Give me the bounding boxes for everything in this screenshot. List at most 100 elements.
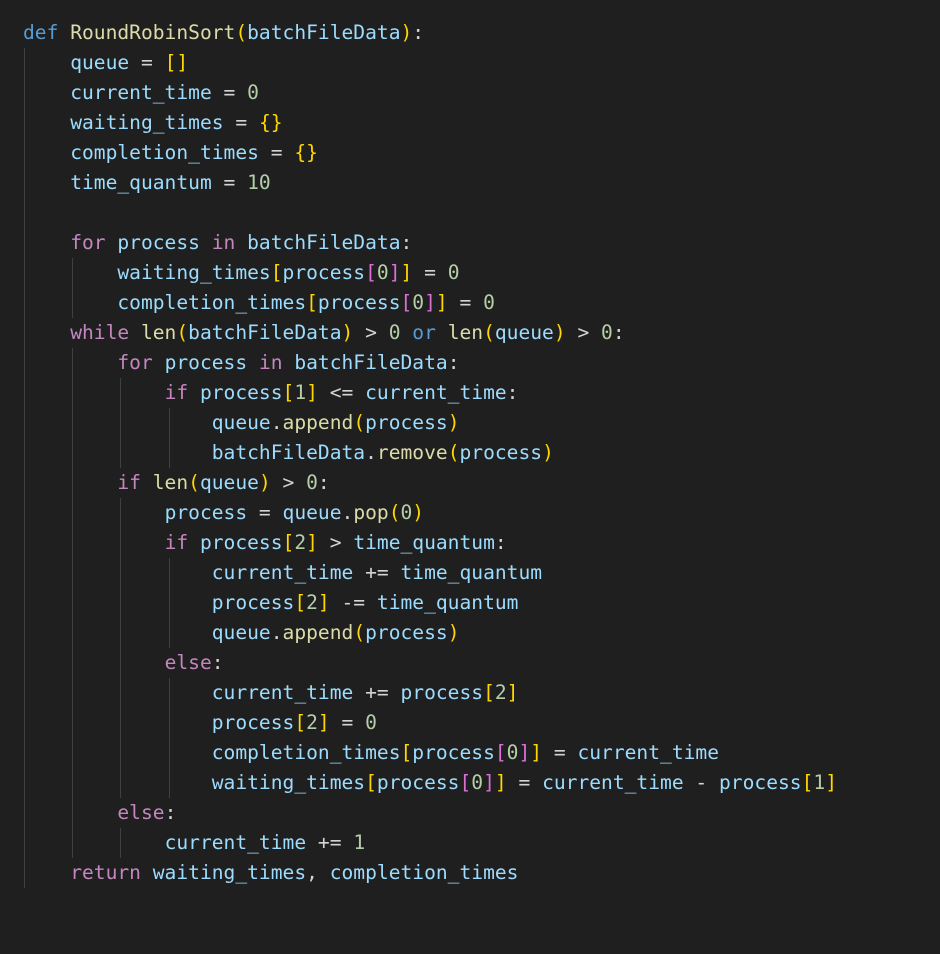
code-token: [	[801, 771, 814, 794]
code-line[interactable]: process[2] = 0	[0, 708, 940, 738]
code-token: process	[199, 531, 283, 554]
code-token: ]	[388, 261, 401, 284]
code-token: =	[412, 261, 448, 284]
code-line[interactable]: def RoundRobinSort(batchFileData):	[0, 18, 940, 48]
code-token: [	[459, 771, 472, 794]
code-token: =	[258, 141, 295, 164]
code-token: )	[553, 321, 566, 344]
code-token: ]	[435, 291, 448, 314]
code-line[interactable]: process = queue.pop(0)	[0, 498, 940, 528]
code-token: process	[211, 711, 295, 734]
code-token: queue	[211, 621, 271, 644]
code-token: ]	[825, 771, 837, 794]
code-token: batchFileData	[247, 21, 401, 44]
code-line[interactable]: current_time = 0	[0, 78, 940, 108]
code-line[interactable]: if process[1] <= current_time:	[0, 378, 940, 408]
code-token: queue	[494, 321, 554, 344]
code-line[interactable]: time_quantum = 10	[0, 168, 940, 198]
code-token: [	[306, 291, 318, 314]
code-line[interactable]: if len(queue) > 0:	[0, 468, 940, 498]
code-token: process	[164, 501, 248, 524]
code-line[interactable]: waiting_times = {}	[0, 108, 940, 138]
code-token: 0	[601, 321, 613, 344]
code-line[interactable]	[0, 198, 940, 228]
code-token: ]	[400, 261, 413, 284]
code-line[interactable]: waiting_times[process[0]] = 0	[0, 258, 940, 288]
code-token: waiting_times	[152, 861, 307, 884]
code-token: )	[412, 501, 425, 524]
code-token: queue	[70, 51, 130, 74]
code-token: batchFileData	[188, 321, 342, 344]
code-token: ]	[317, 591, 330, 614]
code-token: [	[282, 531, 295, 554]
code-line[interactable]: else:	[0, 798, 940, 828]
code-token: +=	[353, 561, 401, 584]
code-line[interactable]: process[2] -= time_quantum	[0, 588, 940, 618]
code-token: completion_times	[329, 861, 519, 884]
code-token: process	[459, 441, 543, 464]
code-token: )	[400, 21, 413, 44]
code-token: (	[388, 501, 401, 524]
code-token: 10	[247, 171, 271, 194]
code-line[interactable]: else:	[0, 648, 940, 678]
code-token: =	[129, 51, 165, 74]
code-line[interactable]: current_time += process[2]	[0, 678, 940, 708]
code-token: else	[117, 801, 165, 824]
code-token: =	[329, 711, 366, 734]
code-token: time_quantum	[376, 591, 519, 614]
code-token: 0	[365, 711, 377, 734]
code-editor[interactable]: def RoundRobinSort(batchFileData): queue…	[0, 0, 940, 888]
code-token: queue	[211, 411, 271, 434]
code-token: waiting_times	[211, 771, 366, 794]
code-line[interactable]: queue.append(process)	[0, 408, 940, 438]
code-line[interactable]: completion_times[process[0]] = 0	[0, 288, 940, 318]
code-token: if	[164, 381, 189, 404]
code-token: =	[542, 741, 578, 764]
code-line[interactable]: batchFileData.remove(process)	[0, 438, 940, 468]
code-line[interactable]: while len(batchFileData) > 0 or len(queu…	[0, 318, 940, 348]
code-token: remove	[376, 441, 448, 464]
code-token: current_time	[164, 831, 307, 854]
code-line[interactable]: current_time += 1	[0, 828, 940, 858]
code-line[interactable]: if process[2] > time_quantum:	[0, 528, 940, 558]
code-line[interactable]: waiting_times[process[0]] = current_time…	[0, 768, 940, 798]
code-line[interactable]: completion_times[process[0]] = current_t…	[0, 738, 940, 768]
code-token: [	[294, 711, 307, 734]
code-token: 0	[412, 291, 425, 314]
code-token: completion_times	[211, 741, 401, 764]
code-line[interactable]: queue = []	[0, 48, 940, 78]
code-line[interactable]: current_time += time_quantum	[0, 558, 940, 588]
code-token: current_time	[211, 561, 354, 584]
code-line[interactable]: return waiting_times, completion_times	[0, 858, 940, 888]
code-line[interactable]: for process in batchFileData:	[0, 228, 940, 258]
code-token: =	[447, 291, 484, 314]
code-token: )	[341, 321, 354, 344]
code-token: <=	[317, 381, 366, 404]
code-line[interactable]: completion_times = {}	[0, 138, 940, 168]
code-token: {}	[258, 111, 283, 134]
code-line[interactable]: queue.append(process)	[0, 618, 940, 648]
code-token: =	[211, 171, 248, 194]
code-token: append	[282, 621, 354, 644]
code-token: time_quantum	[400, 561, 543, 584]
code-token: :	[412, 21, 425, 44]
code-token: while	[70, 321, 130, 344]
code-token: append	[282, 411, 354, 434]
code-line[interactable]: for process in batchFileData:	[0, 348, 940, 378]
